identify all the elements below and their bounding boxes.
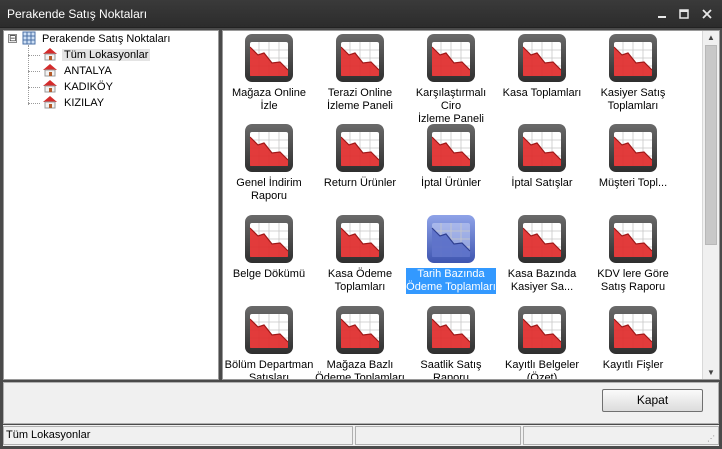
chart-report-icon — [517, 33, 567, 83]
report-tile[interactable]: Saatlik Satış Raporu — [406, 305, 496, 380]
status-right — [523, 426, 719, 445]
report-tile[interactable]: Kayıtlı Fişler — [588, 305, 678, 372]
report-tile[interactable]: Belge Dökümü — [224, 214, 314, 281]
report-tile-label: KDV lere Göre Satış Raporu — [597, 268, 669, 293]
report-tile[interactable]: Mağaza Bazlı Ödeme Toplamları — [315, 305, 405, 380]
report-tile-label: Genel İndirim Raporu — [236, 177, 302, 202]
report-tile-label: Tarih Bazında Ödeme Toplamları — [406, 268, 496, 294]
collapse-icon[interactable]: ⊟ — [8, 34, 17, 43]
report-tile[interactable]: Return Ürünler — [315, 123, 405, 190]
tree-item-kadikoy[interactable]: KADIKÖY — [42, 79, 115, 95]
report-tile[interactable]: Mağaza Online İzle — [224, 33, 314, 113]
report-tile-label: Kasiyer Satış Toplamları — [600, 87, 666, 112]
tree-root[interactable]: Perakende Satış Noktaları — [22, 31, 172, 47]
window-titlebar: Perakende Satış Noktaları — [0, 0, 722, 28]
chart-report-icon — [335, 214, 385, 264]
report-tile[interactable]: Kasa Bazında Kasiyer Sa... — [497, 214, 587, 294]
close-button[interactable]: Kapat — [602, 389, 703, 412]
tree-item-antalya[interactable]: ANTALYA — [42, 63, 114, 79]
report-tile-label: Kasa Bazında Kasiyer Sa... — [507, 268, 577, 293]
chart-report-icon — [426, 214, 476, 264]
tree-item-label: KADIKÖY — [64, 81, 113, 93]
chart-report-icon — [517, 123, 567, 173]
house-icon — [42, 63, 58, 80]
tree-item-kizilay[interactable]: KIZILAY — [42, 95, 106, 111]
scroll-thumb[interactable] — [705, 45, 717, 245]
grid-database-icon — [22, 31, 36, 48]
report-grid[interactable]: Mağaza Online İzle Terazi Online İzleme P… — [222, 30, 720, 380]
chart-report-icon — [335, 33, 385, 83]
report-tile[interactable]: Terazi Online İzleme Paneli — [315, 33, 405, 113]
report-tile-label: Kasa Ödeme Toplamları — [327, 268, 393, 293]
report-tile-label: Saatlik Satış Raporu — [420, 359, 482, 380]
chart-report-icon — [244, 305, 294, 355]
chart-report-icon — [335, 305, 385, 355]
chart-report-icon — [608, 214, 658, 264]
report-tile-label: Müşteri Topl... — [598, 177, 668, 189]
chart-report-icon — [244, 123, 294, 173]
report-tile-label: Mağaza Online İzle — [232, 87, 306, 112]
status-bar: Tüm Lokasyonlar ⋰ — [3, 425, 719, 446]
house-icon — [42, 47, 58, 64]
scroll-up-icon[interactable]: ▲ — [707, 33, 715, 42]
report-tile[interactable]: Kasiyer Satış Toplamları — [588, 33, 678, 113]
chart-report-icon — [244, 214, 294, 264]
house-icon — [42, 79, 58, 96]
chart-report-icon — [426, 123, 476, 173]
vertical-scrollbar[interactable]: ▲ ▼ — [702, 31, 719, 379]
report-tile-label: Bölüm Departman Satışları — [224, 359, 314, 380]
report-tile-label: Terazi Online İzleme Paneli — [326, 87, 394, 112]
chart-report-icon — [244, 33, 294, 83]
report-tile-label: Belge Dökümü — [232, 268, 306, 280]
close-icon[interactable] — [700, 8, 714, 21]
report-tile-label: İptal Ürünler — [421, 177, 481, 189]
report-tile-label: Return Ürünler — [323, 177, 397, 189]
chart-report-icon — [517, 305, 567, 355]
report-tile-label: Kasa Toplamları — [502, 87, 582, 99]
report-tile[interactable]: Tarih Bazında Ödeme Toplamları — [406, 214, 496, 294]
report-tile[interactable]: Bölüm Departman Satışları — [224, 305, 314, 380]
tree-root-label: Perakende Satış Noktaları — [42, 33, 171, 45]
window-title: Perakende Satış Noktaları — [7, 7, 148, 21]
tree-item-tum-lokasyonlar[interactable]: Tüm Lokasyonlar — [42, 47, 151, 64]
chart-report-icon — [608, 33, 658, 83]
report-tile-label: Karşılaştırmalı Ciro İzleme Paneli — [415, 87, 487, 125]
report-tile-label: Kayıtlı Fişler — [602, 359, 664, 371]
chart-report-icon — [426, 305, 476, 355]
report-tile[interactable]: KDV lere Göre Satış Raporu — [588, 214, 678, 294]
report-tile[interactable]: İptal Ürünler — [406, 123, 496, 190]
chart-report-icon — [517, 214, 567, 264]
report-tile[interactable]: Kasa Toplamları — [497, 33, 587, 100]
status-location: Tüm Lokasyonlar — [3, 426, 353, 445]
report-tile-label: Kayıtlı Belgeler (Özet) — [505, 359, 579, 380]
resize-grip-icon[interactable]: ⋰ — [707, 434, 717, 444]
report-tile[interactable]: Karşılaştırmalı Ciro İzleme Paneli — [406, 33, 496, 126]
maximize-icon[interactable] — [677, 8, 691, 21]
minimize-icon[interactable] — [655, 8, 669, 21]
chart-report-icon — [608, 123, 658, 173]
tree-item-label: KIZILAY — [64, 97, 105, 109]
report-tile-label: Mağaza Bazlı Ödeme Toplamları — [315, 359, 405, 380]
chart-report-icon — [426, 33, 476, 83]
tree-item-label: ANTALYA — [64, 65, 112, 77]
report-tile[interactable]: İptal Satışlar — [497, 123, 587, 190]
report-tile[interactable]: Genel İndirim Raporu — [224, 123, 314, 203]
tree-item-label: Tüm Lokasyonlar — [62, 49, 151, 61]
report-tile[interactable]: Müşteri Topl... — [588, 123, 678, 190]
status-middle — [355, 426, 521, 445]
chart-report-icon — [335, 123, 385, 173]
scroll-down-icon[interactable]: ▼ — [707, 368, 715, 377]
report-tile-label: İptal Satışlar — [511, 177, 573, 189]
house-icon — [42, 95, 58, 112]
location-tree[interactable]: ⊟ Perakende Satış Noktaları Tüm Lokasyon… — [3, 30, 219, 380]
report-tile[interactable]: Kasa Ödeme Toplamları — [315, 214, 405, 294]
chart-report-icon — [608, 305, 658, 355]
report-tile[interactable]: Kayıtlı Belgeler (Özet) — [497, 305, 587, 380]
